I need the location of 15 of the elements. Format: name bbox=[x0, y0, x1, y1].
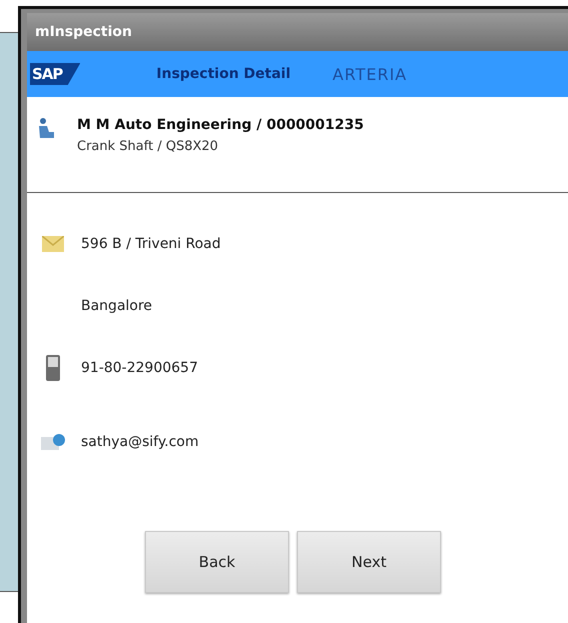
detail-text: Bangalore bbox=[81, 298, 152, 314]
brand-name: ARTERIA bbox=[332, 64, 408, 84]
nav-button[interactable]: Next bbox=[297, 531, 441, 593]
logo: SAP bbox=[30, 63, 80, 85]
app-title: mInspection bbox=[35, 24, 132, 40]
detail-text: 91-80-22900657 bbox=[81, 360, 198, 376]
worker-icon bbox=[37, 117, 55, 139]
detail-text: 596 B / Triveni Road bbox=[81, 236, 221, 252]
envelope-icon bbox=[42, 236, 64, 252]
phone-icon bbox=[46, 355, 60, 381]
part-subtitle: Crank Shaft / QS8X20 bbox=[77, 139, 220, 154]
company-title: M M Auto Engineering / 0000001235 bbox=[77, 117, 364, 133]
nav-button[interactable]: Back bbox=[145, 531, 289, 593]
page-title: Inspection Detail bbox=[156, 66, 291, 82]
detail-text: sathya@sify.com bbox=[81, 434, 199, 450]
